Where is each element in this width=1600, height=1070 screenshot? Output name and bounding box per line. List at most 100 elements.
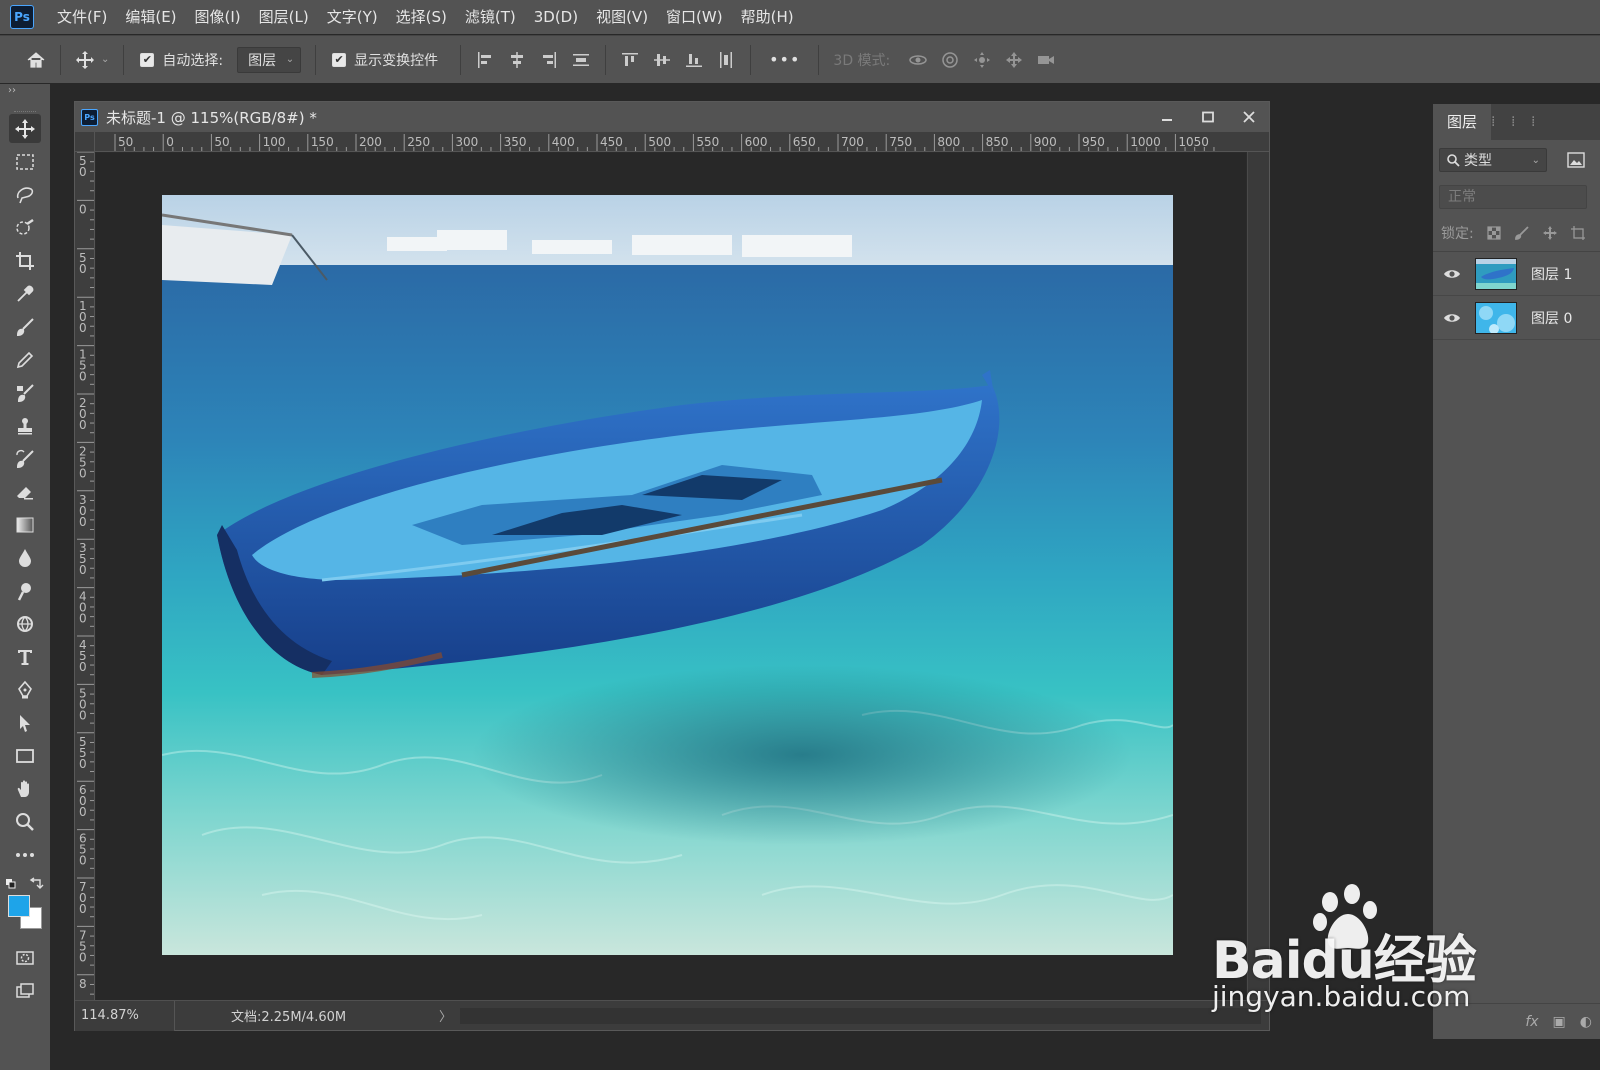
stamp-tool[interactable]	[0, 409, 50, 442]
align-horizontal-center-icon[interactable]	[501, 44, 533, 76]
menu-file[interactable]: 文件(F)	[48, 0, 116, 34]
pencil-tool[interactable]	[0, 343, 50, 376]
tab-layers[interactable]: 图层	[1433, 104, 1492, 140]
menu-help[interactable]: 帮助(H)	[732, 0, 803, 34]
menu-type[interactable]: 文字(Y)	[318, 0, 387, 34]
marquee-tool[interactable]	[0, 145, 50, 178]
lock-transparency-icon[interactable]	[1486, 225, 1502, 241]
panel-grip[interactable]	[14, 98, 36, 112]
sponge-tool[interactable]	[0, 607, 50, 640]
blur-tool[interactable]	[0, 541, 50, 574]
lock-artboard-icon[interactable]	[1570, 225, 1586, 241]
screen-mode-button[interactable]	[0, 974, 50, 1007]
layer-row[interactable]: 图层 0	[1433, 296, 1600, 340]
align-vertical-center-icon[interactable]	[646, 44, 678, 76]
collapse-panel-icon[interactable]: ››	[0, 84, 50, 98]
align-left-icon[interactable]	[469, 44, 501, 76]
fx-button[interactable]: fx	[1525, 1014, 1538, 1030]
ruler-label: 50	[118, 135, 133, 149]
hand-tool[interactable]	[0, 772, 50, 805]
distribute-horizontal-icon[interactable]	[710, 44, 742, 76]
menu-layer[interactable]: 图层(L)	[250, 0, 318, 34]
horizontal-ruler[interactable]: 50 0 50 100 150 200 250 300 350 400 450 500 550 600 65…	[95, 132, 1269, 152]
layer-row[interactable]: 图层 1	[1433, 252, 1600, 296]
align-top-icon[interactable]	[614, 44, 646, 76]
close-button[interactable]	[1228, 102, 1269, 132]
3d-camera-icon[interactable]	[1030, 44, 1062, 76]
move-tool-preset-icon[interactable]	[69, 44, 101, 76]
align-right-icon[interactable]	[533, 44, 565, 76]
status-menu-arrow[interactable]: 〉	[439, 1006, 452, 1025]
layer-name[interactable]: 图层 0	[1531, 308, 1572, 328]
blend-mode-dropdown[interactable]: 正常	[1439, 185, 1587, 209]
clone-brush-tool[interactable]	[0, 376, 50, 409]
ruler-label: 0	[79, 321, 87, 335]
rectangle-tool[interactable]	[0, 739, 50, 772]
menu-window[interactable]: 窗口(W)	[657, 0, 732, 34]
pen-tool[interactable]	[0, 673, 50, 706]
tab-hidden[interactable]: ⁞	[1511, 104, 1531, 140]
type-tool[interactable]	[0, 640, 50, 673]
crop-tool[interactable]	[0, 244, 50, 277]
lasso-tool[interactable]	[0, 178, 50, 211]
eyedropper-tool[interactable]	[0, 277, 50, 310]
image-filter-icon[interactable]	[1567, 152, 1585, 168]
ruler-origin[interactable]	[75, 132, 95, 152]
lock-pixels-icon[interactable]	[1514, 225, 1530, 241]
menu-filter[interactable]: 滤镜(T)	[456, 0, 525, 34]
show-transform-checkbox[interactable]: ✔	[332, 52, 347, 67]
distribute-vertical-icon[interactable]	[565, 44, 597, 76]
photoshop-logo: Ps	[10, 5, 34, 29]
move-tool[interactable]	[0, 112, 50, 145]
document-size-info[interactable]: 文档:2.25M/4.60M	[175, 1006, 439, 1025]
menu-select[interactable]: 选择(S)	[387, 0, 456, 34]
eraser-tool[interactable]	[0, 475, 50, 508]
layer-name[interactable]: 图层 1	[1531, 264, 1572, 284]
3d-slide-icon[interactable]	[998, 44, 1030, 76]
quick-mask-button[interactable]	[0, 941, 50, 974]
visibility-eye-icon[interactable]	[1433, 267, 1471, 281]
3d-orbit-icon[interactable]	[902, 44, 934, 76]
menu-view[interactable]: 视图(V)	[587, 0, 657, 34]
vertical-ruler[interactable]: 5005010015020025030035040045050055060065…	[75, 152, 95, 1000]
horizontal-scrollbar[interactable]	[460, 1007, 1261, 1024]
ruler-label: 1000	[1130, 135, 1161, 149]
path-selection-tool[interactable]	[0, 706, 50, 739]
document-title-bar[interactable]: Ps 未标题-1 @ 115%(RGB/8#) *	[75, 102, 1269, 132]
menu-edit[interactable]: 编辑(E)	[116, 0, 185, 34]
add-mask-icon[interactable]: ▣	[1553, 1014, 1566, 1030]
minimize-button[interactable]	[1146, 102, 1187, 132]
menu-image[interactable]: 图像(I)	[186, 0, 250, 34]
zoom-level[interactable]: 114.87%	[75, 1000, 175, 1031]
filter-kind-dropdown[interactable]: 类型 ⌄	[1439, 148, 1547, 172]
visibility-eye-icon[interactable]	[1433, 311, 1471, 325]
dodge-tool[interactable]	[0, 574, 50, 607]
3d-pan-icon[interactable]	[966, 44, 998, 76]
quick-selection-tool[interactable]	[0, 211, 50, 244]
adjustment-layer-icon[interactable]: ◐	[1580, 1014, 1592, 1030]
3d-roll-icon[interactable]	[934, 44, 966, 76]
maximize-button[interactable]	[1187, 102, 1228, 132]
zoom-tool[interactable]	[0, 805, 50, 838]
auto-select-dropdown[interactable]: 图层 ⌄	[237, 46, 302, 73]
ruler-label: 850	[986, 135, 1009, 149]
canvas-image-boat[interactable]	[162, 195, 1173, 955]
canvas-area[interactable]	[96, 153, 1246, 1000]
menu-3d[interactable]: 3D(D)	[525, 0, 587, 34]
ruler-label: 0	[79, 805, 87, 819]
gradient-tool[interactable]	[0, 508, 50, 541]
swap-colors-icon[interactable]	[6, 877, 44, 891]
tab-hidden[interactable]: ⁞	[1491, 104, 1511, 140]
more-tools-button[interactable]	[0, 838, 50, 871]
history-brush-tool[interactable]	[0, 442, 50, 475]
home-icon[interactable]	[20, 44, 52, 76]
auto-select-checkbox[interactable]: ✔	[140, 52, 155, 67]
more-options-button[interactable]: •••	[769, 50, 800, 69]
tab-hidden[interactable]: ⁞	[1531, 104, 1551, 140]
brush-tool[interactable]	[0, 310, 50, 343]
align-bottom-icon[interactable]	[678, 44, 710, 76]
chevron-down-icon[interactable]: ⌄	[101, 54, 109, 65]
foreground-color-swatch[interactable]	[8, 895, 30, 917]
vertical-scrollbar[interactable]	[1247, 152, 1269, 1000]
lock-position-icon[interactable]	[1542, 225, 1558, 241]
